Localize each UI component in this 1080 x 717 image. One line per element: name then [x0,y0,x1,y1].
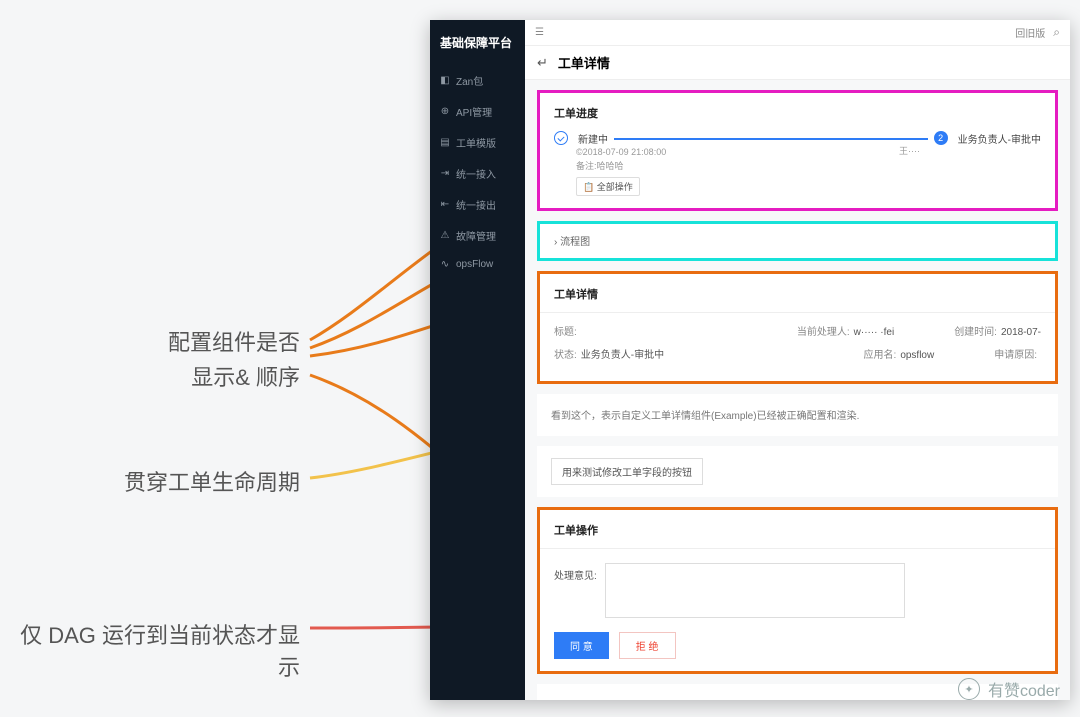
progress-heading: 工单进度 [554,105,1041,121]
opinion-textarea[interactable] [605,563,905,618]
watermark: ✦ 有赞coder [958,677,1060,701]
wechat-icon: ✦ [958,678,980,700]
all-operations-button[interactable]: 📋 全部操作 [576,177,640,196]
sidebar-item-out[interactable]: ⇤统一接出 [430,189,525,220]
sidebar-item-api[interactable]: ⊕API管理 [430,96,525,127]
step1-timestamp: ©2018-07-09 21:08:00 [576,146,1041,160]
agree-button[interactable]: 同 意 [554,632,609,659]
in-icon: ⇥ [440,168,450,179]
template-icon: ▤ [440,137,450,148]
chevron-right-icon: › [554,237,557,248]
content-area: 工单进度 新建中 2 业务负责人-审批中 ©2018-07-09 21:08:0… [525,80,1070,700]
sidebar: 基础保障平台 ◧Zan包 ⊕API管理 ▤工单模版 ⇥统一接入 ⇤统一接出 ⚠故… [430,20,525,700]
page-header: ↵ 工单详情 [525,46,1070,80]
alert-icon: ⚠ [440,230,450,241]
opinion-label: 处理意见: [554,567,597,582]
topbar: ☰ 回旧版 ⌕ [525,20,1070,46]
detail-card: 工单详情 标题: 当前处理人:w····· ·fei 创建时间:2018-07-… [537,271,1058,384]
api-icon: ⊕ [440,106,450,117]
operation-card: 工单操作 处理意见: 同 意 拒 绝 [537,507,1058,674]
sidebar-item-zan[interactable]: ◧Zan包 [430,65,525,96]
step2-number: 2 [934,131,948,145]
sidebar-item-fault[interactable]: ⚠故障管理 [430,220,525,251]
step2-label: 业务负责人-审批中 [958,131,1041,146]
sidebar-item-template[interactable]: ▤工单模版 [430,127,525,158]
out-icon: ⇤ [440,199,450,210]
custom-detail-note: 看到这个，表示自定义工单详情组件(Example)已经被正确配置和渲染. [537,394,1058,436]
annotation-config: 配置组件是否 显示& 顺序 [10,325,300,395]
progress-card: 工单进度 新建中 2 业务负责人-审批中 ©2018-07-09 21:08:0… [537,90,1058,211]
sidebar-item-in[interactable]: ⇥统一接入 [430,158,525,189]
annotation-lifecycle: 贯穿工单生命周期 [50,465,300,497]
search-icon[interactable]: ⌕ [1053,25,1060,40]
step1-remark: 备注:哈哈哈 [576,160,1041,174]
old-version-link[interactable]: 回旧版 [1015,25,1045,40]
flow-icon: ∿ [440,259,450,270]
menu-icon[interactable]: ☰ [535,27,544,38]
test-modify-button[interactable]: 用来测试修改工单字段的按钮 [551,458,703,485]
sidebar-item-opsflow[interactable]: ∿opsFlow [430,251,525,278]
sidebar-title: 基础保障平台 [430,20,525,65]
back-icon[interactable]: ↵ [537,55,548,71]
step2-owner: 王···· [899,145,920,159]
operation-heading: 工单操作 [554,522,1041,538]
flowchart-panel[interactable]: › 流程图 [537,221,1058,261]
step1-label: 新建中 [578,131,608,146]
step-line [614,138,928,140]
app-window: 基础保障平台 ◧Zan包 ⊕API管理 ▤工单模版 ⇥统一接入 ⇤统一接出 ⚠故… [430,20,1070,700]
check-icon [554,131,568,145]
detail-heading: 工单详情 [554,286,1041,302]
test-button-card: 用来测试修改工单字段的按钮 [537,446,1058,497]
page-title: 工单详情 [558,53,610,72]
reject-button[interactable]: 拒 绝 [619,632,676,659]
annotation-dag: 仅 DAG 运行到当前状态才显示 [10,618,300,682]
package-icon: ◧ [440,75,450,86]
